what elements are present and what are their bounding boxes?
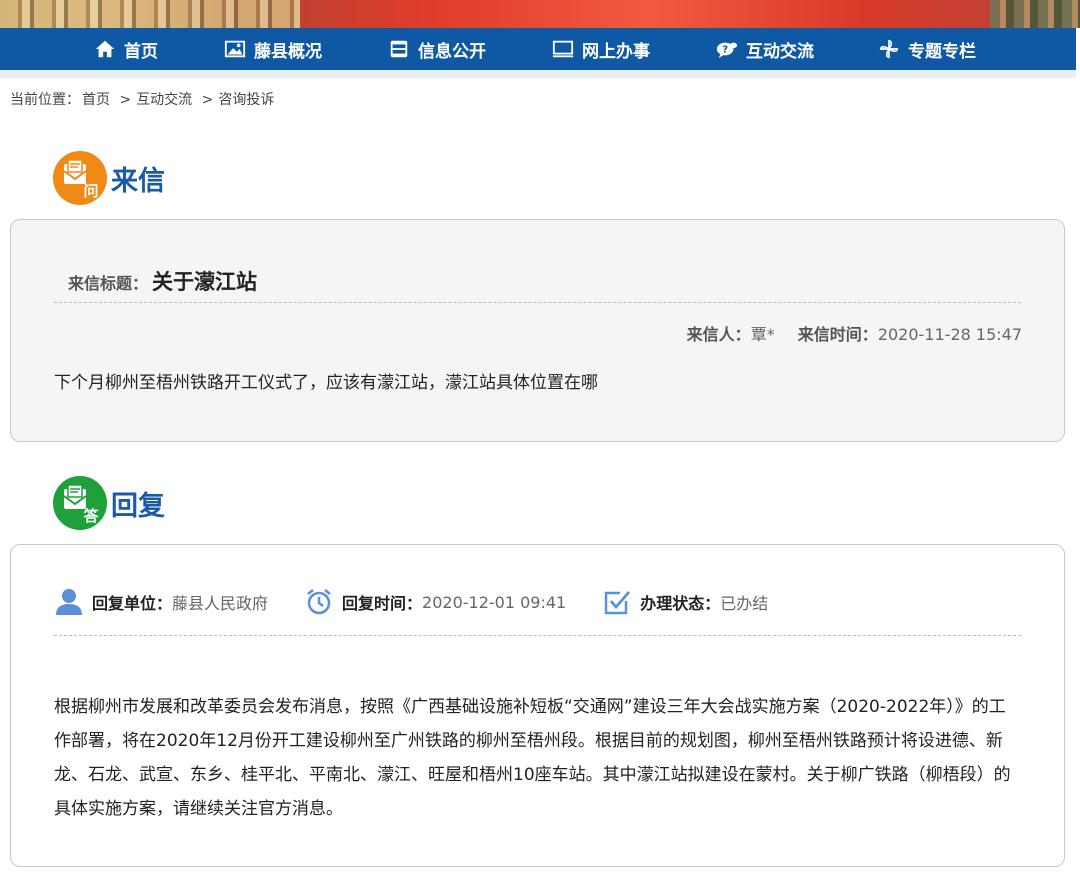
banner-decoration-right	[990, 0, 1080, 28]
letter-title-label: 来信标题：	[68, 274, 149, 293]
breadcrumb-link-interaction[interactable]: 互动交流	[136, 92, 192, 108]
alarm-clock-icon	[307, 589, 331, 615]
reply-unit-label: 回复单位：	[92, 594, 173, 613]
nav-item-label: 藤县概况	[254, 41, 322, 62]
status-badge: 已办结	[720, 594, 769, 613]
cabinet-icon	[390, 40, 408, 58]
checkbox-icon	[604, 591, 631, 615]
letter-badge: 问	[53, 151, 107, 205]
letter-badge-text: 问	[83, 182, 98, 200]
reply-time-label: 回复时间：	[342, 594, 423, 613]
reply-meta: 回复单位： 藤县人民政府 回复时间： 2020-12-01 09:41 办理状态：已…	[54, 587, 804, 617]
svg-text:?: ?	[722, 45, 728, 56]
letter-title-row: 来信标题： 关于濛江站	[68, 266, 257, 296]
home-icon	[95, 40, 115, 58]
nav-item-label: 互动交流	[746, 41, 814, 62]
letter-meta: 来信人：覃* 来信时间：2020-11-28 15:47	[687, 321, 1022, 345]
nav-item-home[interactable]: 首页	[94, 28, 158, 70]
nav-item-label: 首页	[124, 41, 158, 62]
nav-item-label: 信息公开	[418, 41, 486, 62]
status-label: 办理状态：	[640, 594, 721, 613]
reply-time-value: 2020-12-01 09:41	[422, 592, 567, 612]
letter-card: 来信标题： 关于濛江站 来信人：覃* 来信时间：2020-11-28 15:47…	[10, 219, 1065, 442]
sender-label: 来信人：	[686, 325, 751, 344]
chat-icon: ?	[716, 42, 738, 59]
nav-item-interaction[interactable]: ? 互动交流	[716, 28, 814, 70]
reply-section-title: 回复	[111, 490, 165, 522]
letter-title: 关于濛江站	[152, 270, 258, 294]
reply-envelope-icon: 答	[63, 484, 99, 525]
letter-time-label: 来信时间：	[797, 325, 878, 344]
monitor-icon	[552, 40, 574, 58]
nav-item-overview[interactable]: 藤县概况	[224, 28, 322, 70]
reply-card: 回复单位： 藤县人民政府 回复时间： 2020-12-01 09:41 办理状态：已…	[10, 544, 1065, 867]
reply-section-heading: 答 回复	[53, 476, 165, 530]
picture-icon	[224, 40, 246, 58]
breadcrumb-link-home[interactable]: 首页	[82, 92, 110, 108]
letter-divider	[54, 302, 1021, 303]
reply-badge: 答	[53, 476, 107, 530]
reply-time: 回复时间： 2020-12-01 09:41	[304, 587, 566, 617]
breadcrumb-prefix: 当前位置：	[10, 92, 80, 108]
breadcrumb: 当前位置： 首页 > 互动交流 > 咨询投诉	[10, 89, 274, 109]
handle-status: 办理状态： 已办结	[602, 587, 768, 617]
breadcrumb-separator: >	[201, 92, 214, 108]
letter-content: 下个月柳州至梧州铁路开工仪式了，应该有濛江站，濛江站具体位置在哪	[54, 373, 598, 393]
letter-time-value: 2020-11-28 15:47	[877, 325, 1022, 344]
nav-item-info-public[interactable]: 信息公开	[388, 28, 486, 70]
letter-envelope-icon: 问	[63, 159, 99, 200]
nav-item-online-service[interactable]: 网上办事	[552, 28, 650, 70]
reply-unit: 回复单位： 藤县人民政府	[54, 587, 268, 617]
header-banner	[0, 0, 1080, 28]
banner-decoration-left	[0, 0, 300, 28]
letter-section-heading: 问 来信	[53, 151, 165, 205]
nav-item-special-topics[interactable]: 专题专栏	[878, 28, 976, 70]
reply-content: 根据柳州市发展和改革委员会发布消息，按照《广西基础设施补短板“交通网”建设三年大…	[54, 697, 1011, 819]
user-icon	[56, 589, 82, 615]
main-nav: 首页 藤县概况 信息公开 网上办事 ? 互动交流 专题专栏	[0, 28, 1076, 70]
letter-section-title: 来信	[111, 165, 165, 197]
nav-item-label: 网上办事	[582, 41, 650, 62]
breadcrumb-separator: >	[119, 92, 132, 108]
reply-unit-value: 藤县人民政府	[172, 594, 269, 613]
sender-value: 覃*	[750, 325, 775, 344]
reply-divider	[54, 635, 1021, 636]
nav-underline-bar	[0, 70, 1080, 78]
pinwheel-icon	[879, 39, 899, 59]
nav-item-label: 专题专栏	[908, 41, 976, 62]
page-right-edge	[1076, 28, 1080, 875]
breadcrumb-link-consult[interactable]: 咨询投诉	[218, 92, 274, 108]
reply-badge-text: 答	[83, 507, 99, 525]
